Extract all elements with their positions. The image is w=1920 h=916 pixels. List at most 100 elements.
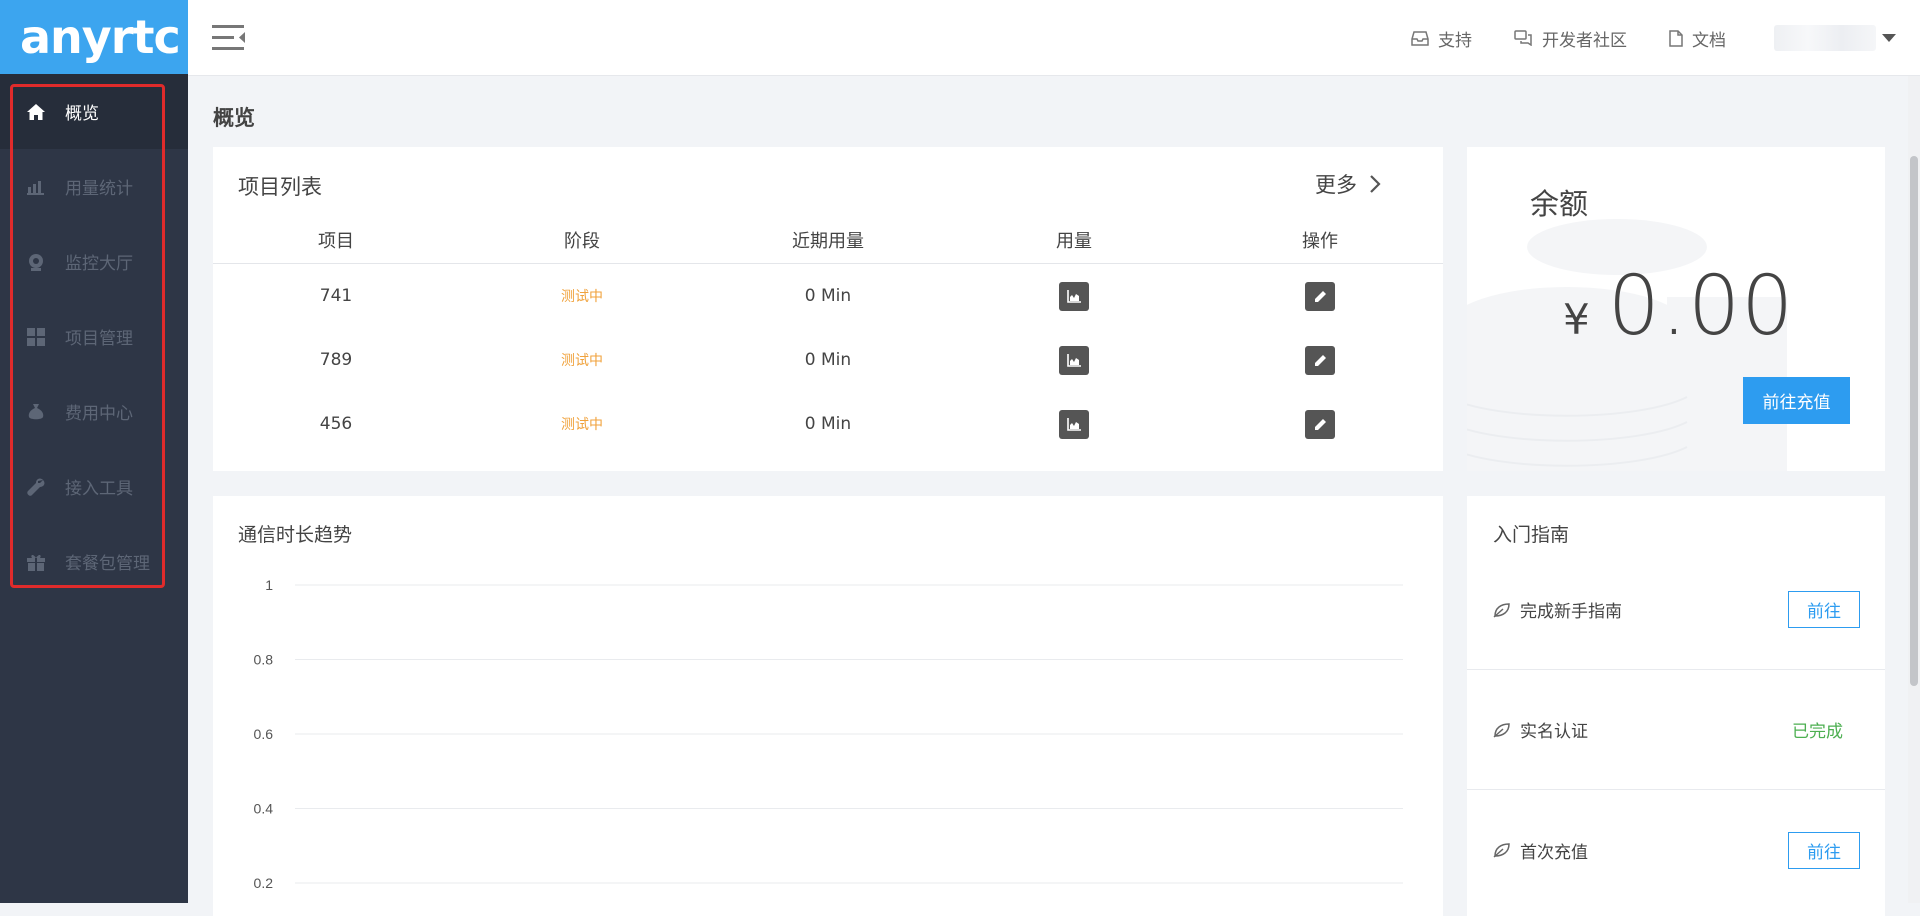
developer-community-label: 开发者社区	[1542, 30, 1627, 51]
page-scrollbar[interactable]	[1908, 76, 1920, 903]
balance-value: 0.00	[1607, 259, 1795, 354]
y-tick-label: 0.6	[254, 726, 274, 742]
user-account-menu[interactable]	[1774, 25, 1876, 51]
project-usage: 0 Min	[804, 286, 852, 306]
sidebar-item-monitor-hall[interactable]: 监控大厅	[0, 224, 188, 299]
sidebar-item-project-management[interactable]: 项目管理	[0, 299, 188, 374]
table-header: 项目 阶段 近期用量 用量 操作	[213, 227, 1443, 264]
chevron-right-icon	[1370, 175, 1381, 193]
column-header: 阶段	[564, 231, 600, 252]
column-header: 用量	[1056, 231, 1092, 252]
pencil-icon	[1314, 418, 1326, 430]
y-tick-label: 1	[265, 577, 273, 593]
guide-title: 入门指南	[1493, 524, 1570, 546]
project-list-title: 项目列表	[238, 175, 322, 199]
sidebar-item-package-management[interactable]: 套餐包管理	[0, 524, 188, 599]
recharge-button[interactable]: 前往充值	[1743, 377, 1850, 424]
pencil-icon	[1314, 354, 1326, 366]
project-table: 项目 阶段 近期用量 用量 操作 741 测试中 0 Min 789 测试中 0…	[213, 227, 1443, 456]
project-stage: 测试中	[561, 353, 603, 369]
go-button[interactable]: 前往	[1788, 591, 1860, 628]
home-icon	[26, 102, 46, 122]
column-header: 近期用量	[792, 231, 864, 252]
sidebar-item-label: 套餐包管理	[65, 554, 150, 574]
support-link[interactable]: 支持	[1411, 26, 1472, 51]
sidebar-item-label: 用量统计	[65, 179, 133, 199]
wrench-icon	[26, 477, 46, 497]
guide-item-label: 实名认证	[1520, 722, 1588, 742]
more-label: 更多	[1315, 173, 1357, 197]
column-header: 项目	[318, 231, 354, 252]
sidebar-item-usage-stats[interactable]: 用量统计	[0, 149, 188, 224]
bar-chart-icon	[26, 177, 46, 197]
menu-toggle-icon[interactable]	[212, 23, 246, 53]
usage-chart-button[interactable]	[1059, 281, 1089, 311]
project-name: 789	[319, 350, 353, 370]
sidebar-item-overview[interactable]: 概览	[0, 74, 188, 149]
sidebar: anyrtc 概览 用量统计 监控大厅 项目管理 费用中心 接入工具 套餐包管理	[0, 0, 188, 903]
inbox-icon	[1411, 31, 1429, 46]
action-cell	[1197, 345, 1443, 375]
go-button[interactable]: 前往	[1788, 831, 1860, 869]
document-icon	[1669, 29, 1683, 47]
leaf-icon	[1493, 602, 1511, 618]
project-usage: 0 Min	[804, 350, 852, 370]
project-stage: 测试中	[561, 417, 603, 433]
page-title: 概览	[213, 106, 255, 130]
trend-chart-card: 通信时长趋势 1 0.8 0.6 0.4 0.2	[213, 496, 1443, 916]
project-usage: 0 Min	[804, 414, 852, 434]
developer-community-link[interactable]: 开发者社区	[1514, 26, 1627, 51]
scrollbar-thumb[interactable]	[1910, 156, 1918, 686]
sidebar-item-label: 接入工具	[65, 479, 133, 499]
money-bag-icon	[26, 402, 46, 422]
completed-status: 已完成	[1792, 722, 1843, 742]
leaf-icon	[1493, 842, 1511, 858]
table-row: 789 测试中 0 Min	[213, 328, 1443, 392]
topbar: 支持 开发者社区 文档	[188, 0, 1920, 76]
usage-cell	[951, 281, 1197, 311]
grid-icon	[26, 327, 46, 347]
webcam-icon	[26, 252, 46, 272]
guide-item: 完成新手指南 前往	[1467, 550, 1885, 670]
column-header: 操作	[1302, 231, 1338, 252]
logo-text: anyrtc	[20, 10, 181, 64]
docs-link[interactable]: 文档	[1669, 26, 1726, 51]
gift-icon	[26, 552, 46, 572]
y-tick-label: 0.4	[254, 801, 274, 817]
usage-cell	[951, 345, 1197, 375]
sidebar-nav: 概览 用量统计 监控大厅 项目管理 费用中心 接入工具 套餐包管理	[0, 74, 188, 599]
y-tick-label: 0.2	[254, 875, 274, 891]
area-chart-icon	[1067, 353, 1081, 367]
usage-chart-button[interactable]	[1059, 345, 1089, 375]
project-stage: 测试中	[561, 289, 603, 305]
table-row: 456 测试中 0 Min	[213, 392, 1443, 456]
docs-label: 文档	[1692, 30, 1726, 51]
project-name: 741	[319, 286, 353, 306]
guide-item: 首次充值 前往	[1467, 790, 1885, 910]
usage-cell	[951, 409, 1197, 439]
chevron-down-icon[interactable]	[1882, 34, 1896, 42]
logo[interactable]: anyrtc	[0, 0, 188, 74]
guide-item-label: 首次充值	[1520, 842, 1588, 863]
edit-button[interactable]	[1305, 281, 1335, 311]
edit-button[interactable]	[1305, 345, 1335, 375]
more-link[interactable]: 更多	[1315, 169, 1381, 199]
pencil-icon	[1314, 290, 1326, 302]
balance-title: 余额	[1530, 187, 1589, 221]
trend-chart: 1 0.8 0.6 0.4 0.2	[254, 577, 1403, 891]
sidebar-item-billing-center[interactable]: 费用中心	[0, 374, 188, 449]
usage-chart-button[interactable]	[1059, 409, 1089, 439]
project-name: 456	[319, 414, 353, 434]
sidebar-item-access-tools[interactable]: 接入工具	[0, 449, 188, 524]
sidebar-item-label: 概览	[65, 104, 99, 124]
y-tick-label: 0.8	[254, 652, 274, 668]
balance-amount: ¥ 0.00	[1563, 259, 1794, 354]
top-links: 支持 开发者社区 文档	[1369, 0, 1896, 76]
chat-icon	[1514, 30, 1532, 46]
sidebar-item-label: 监控大厅	[65, 254, 133, 274]
area-chart-icon	[1067, 289, 1081, 303]
action-cell	[1197, 409, 1443, 439]
edit-button[interactable]	[1305, 409, 1335, 439]
project-list-card: 项目列表 更多 项目 阶段 近期用量 用量 操作 741 测试中 0 Min 7…	[213, 147, 1443, 471]
area-chart-icon	[1067, 417, 1081, 431]
